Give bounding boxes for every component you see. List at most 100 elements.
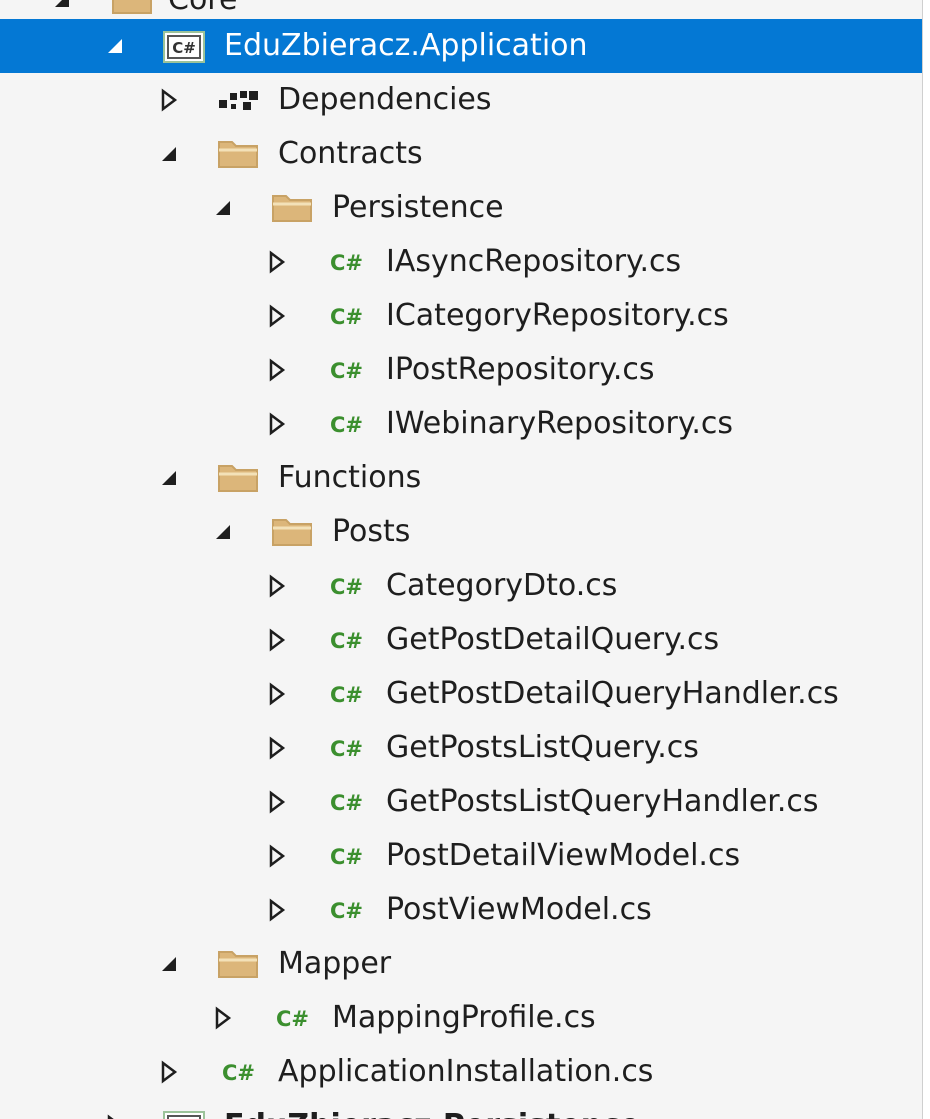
tree-item-label: IPostRepository.cs [386,352,655,387]
tree-row-next-project[interactable]: EduZbieracz.Persistence [0,1099,922,1119]
expanded-arrow-icon[interactable] [157,937,181,991]
csharp-file-icon: C# [328,397,372,451]
csharp-file-icon: C# [328,667,372,721]
tree-row-file[interactable]: C# GetPostsListQuery.cs [0,721,922,775]
tree-row-project[interactable]: C# EduZbieracz.Application [0,19,922,73]
collapsed-arrow-icon[interactable] [265,235,289,289]
tree-row-posts[interactable]: Posts [0,505,922,559]
tree-item-label: Functions [278,460,422,495]
tree-item-label: GetPostDetailQueryHandler.cs [386,676,839,711]
tree-row-file[interactable]: C# IPostRepository.cs [0,343,922,397]
tree-row-file[interactable]: C# PostDetailViewModel.cs [0,829,922,883]
csharp-file-icon: C# [274,991,318,1045]
csharp-file-icon: C# [328,613,372,667]
csharp-file-icon: C# [220,1045,264,1099]
svg-text:C#: C# [330,305,363,329]
tree-item-label: ICategoryRepository.cs [386,298,729,333]
svg-text:C#: C# [330,845,363,869]
tree-row-file[interactable]: C# GetPostDetailQuery.cs [0,613,922,667]
collapsed-arrow-icon[interactable] [265,775,289,829]
tree-row-file[interactable]: C# IWebinaryRepository.cs [0,397,922,451]
collapsed-arrow-icon[interactable] [265,613,289,667]
svg-text:C#: C# [330,683,363,707]
collapsed-arrow-icon[interactable] [265,289,289,343]
folder-icon [216,451,260,505]
tree-row-file[interactable]: C# GetPostsListQueryHandler.cs [0,775,922,829]
csharp-file-icon: C# [328,559,372,613]
tree-item-label: Contracts [278,136,423,171]
svg-text:C#: C# [330,791,363,815]
expanded-arrow-icon[interactable] [103,19,127,73]
tree-item-label: GetPostDetailQuery.cs [386,622,720,657]
collapsed-arrow-icon[interactable] [265,883,289,937]
folder-icon [270,181,314,235]
svg-text:C#: C# [330,359,363,383]
tree-item-label: Persistence [332,190,504,225]
tree-row-persistence[interactable]: Persistence [0,181,922,235]
collapsed-arrow-icon[interactable] [211,991,235,1045]
csharp-project-icon [162,1099,206,1119]
tree-item-label: GetPostsListQuery.cs [386,730,699,765]
svg-text:C#: C# [330,737,363,761]
csharp-file-icon: C# [328,721,372,775]
tree-item-label: Dependencies [278,82,492,117]
tree-item-label: GetPostsListQueryHandler.cs [386,784,819,819]
tree-item-label: EduZbieracz.Application [224,28,588,63]
csharp-project-icon: C# [162,19,206,73]
tree-row-file[interactable]: C# PostViewModel.cs [0,883,922,937]
tree-item-label: PostDetailViewModel.cs [386,838,741,873]
tree-row-functions[interactable]: Functions [0,451,922,505]
svg-text:C#: C# [222,1061,255,1085]
tree-item-label: ApplicationInstallation.cs [278,1054,654,1089]
tree-row-mapper[interactable]: Mapper [0,937,922,991]
csharp-file-icon: C# [328,343,372,397]
svg-text:C#: C# [330,575,363,599]
expanded-arrow-icon[interactable] [211,181,235,235]
tree-row-contracts[interactable]: Contracts [0,127,922,181]
tree-row-file[interactable]: C# CategoryDto.cs [0,559,922,613]
collapsed-arrow-icon[interactable] [265,559,289,613]
folder-icon [270,505,314,559]
tree-item-label: Posts [332,514,411,549]
tree-row-file[interactable]: C# GetPostDetailQueryHandler.cs [0,667,922,721]
panel-right-border [922,0,930,1119]
csharp-file-icon: C# [328,829,372,883]
svg-text:C#: C# [276,1007,309,1031]
collapsed-arrow-icon[interactable] [157,1045,181,1099]
tree-item-label: Mapper [278,946,392,981]
tree-item-label: IWebinaryRepository.cs [386,406,733,441]
collapsed-arrow-icon[interactable] [265,829,289,883]
tree-item-label: IAsyncRepository.cs [386,244,682,279]
solution-explorer-tree: Core C# EduZbieracz.Application Dependen… [0,0,922,1119]
csharp-file-icon: C# [328,775,372,829]
collapsed-arrow-icon[interactable] [103,1099,127,1119]
svg-text:C#: C# [330,899,363,923]
svg-text:C#: C# [330,629,363,653]
expanded-arrow-icon[interactable] [157,451,181,505]
tree-row-file[interactable]: C# ICategoryRepository.cs [0,289,922,343]
tree-row-file[interactable]: C# IAsyncRepository.cs [0,235,922,289]
collapsed-arrow-icon[interactable] [157,73,181,127]
tree-item-label: MappingProfile.cs [332,1000,596,1035]
folder-icon [216,127,260,181]
dependencies-icon [216,73,260,127]
csharp-file-icon: C# [328,235,372,289]
tree-item-label: EduZbieracz.Persistence [224,1099,640,1119]
collapsed-arrow-icon[interactable] [265,667,289,721]
tree-row-dependencies[interactable]: Dependencies [0,73,922,127]
svg-text:C#: C# [330,413,363,437]
csharp-file-icon: C# [328,883,372,937]
collapsed-arrow-icon[interactable] [265,397,289,451]
folder-icon [216,937,260,991]
tree-item-label: PostViewModel.cs [386,892,652,927]
svg-text:C#: C# [330,251,363,275]
collapsed-arrow-icon[interactable] [265,343,289,397]
svg-text:C#: C# [172,39,196,57]
expanded-arrow-icon[interactable] [157,127,181,181]
collapsed-arrow-icon[interactable] [265,721,289,775]
tree-item-label: CategoryDto.cs [386,568,618,603]
tree-row-file[interactable]: C# MappingProfile.cs [0,991,922,1045]
tree-row-file[interactable]: C# ApplicationInstallation.cs [0,1045,922,1099]
expanded-arrow-icon[interactable] [211,505,235,559]
csharp-file-icon: C# [328,289,372,343]
